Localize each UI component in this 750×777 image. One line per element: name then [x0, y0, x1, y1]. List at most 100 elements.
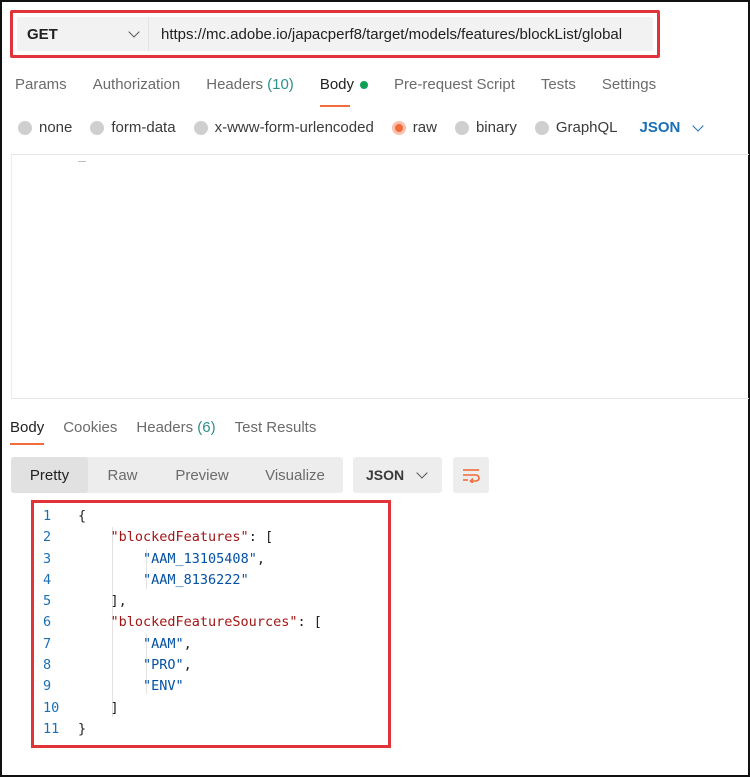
tab-params[interactable]: Params [15, 76, 67, 98]
tab-headers[interactable]: Headers (10) [206, 76, 294, 98]
response-view-toggle: Pretty Raw Preview Visualize [11, 457, 343, 493]
code-line: 9 "ENV" [34, 676, 388, 697]
code-line: 11} [34, 719, 388, 740]
line-number: 7 [43, 635, 52, 652]
line-source: "blockedFeatureSources": [ [110, 614, 322, 631]
tab-label: Headers [136, 419, 194, 436]
line-number: 9 [43, 678, 52, 695]
tab-response-headers[interactable]: Headers (6) [136, 419, 215, 436]
radio-binary[interactable]: binary [454, 119, 517, 136]
radio-circle [18, 120, 32, 135]
tab-pre-request-script[interactable]: Pre-request Script [394, 76, 515, 98]
radio-label: GraphQL [555, 119, 618, 136]
radio-none[interactable]: none [18, 119, 72, 136]
response-body-viewer[interactable]: 1 { 2 "blockedFeatures": [ 3 "AAM_1310540… [31, 500, 391, 748]
json-string: "AAM_8136222" [143, 571, 249, 588]
view-pretty[interactable]: Pretty [11, 457, 88, 493]
request-tabs: Params Authorization Headers (10) Body P… [15, 76, 682, 107]
radio-label: raw [412, 119, 437, 136]
tab-label: Headers [206, 76, 263, 93]
json-code: 1 { 2 "blockedFeatures": [ 3 "AAM_1310540… [34, 506, 388, 740]
json-brace: } [78, 720, 87, 737]
line-source: ] [78, 699, 119, 716]
response-format-dropdown[interactable]: JSON [353, 457, 442, 493]
response-format-label: JSON [366, 467, 405, 483]
line-source: "ENV" [78, 676, 184, 697]
request-url-bar: GET https://mc.adobe.io/japacperf8/targe… [10, 10, 660, 58]
body-format-label: JSON [639, 119, 681, 136]
code-line: 8 "PRO", [34, 655, 388, 676]
radio-label: form-data [111, 119, 176, 136]
view-preview[interactable]: Preview [157, 457, 247, 493]
tab-label: Body [319, 76, 355, 93]
headers-count: (6) [197, 419, 216, 436]
method-label: GET [27, 25, 58, 43]
radio-graphql[interactable]: GraphQL [534, 119, 618, 136]
line-number: 11 [43, 720, 60, 737]
tab-tests[interactable]: Tests [541, 76, 576, 98]
tab-label: Test Results [234, 419, 317, 436]
response-tabs: Body Cookies Headers (6) Test Results [10, 419, 335, 445]
code-line: 5 ], [34, 591, 388, 612]
tab-authorization[interactable]: Authorization [93, 76, 181, 98]
url-input[interactable]: https://mc.adobe.io/japacperf8/target/mo… [149, 17, 622, 51]
line-number: 1 [43, 508, 52, 524]
json-brace: { [78, 508, 87, 524]
line-source: "AAM_13105408", [143, 550, 265, 567]
line-source: ], [78, 593, 127, 610]
request-body-editor[interactable] [11, 154, 749, 399]
chevron-down-icon [692, 119, 705, 132]
tab-test-results[interactable]: Test Results [235, 419, 317, 436]
radio-raw[interactable]: raw [391, 119, 437, 136]
wrap-lines-icon [463, 469, 480, 483]
wrap-lines-button[interactable] [453, 457, 489, 493]
line-number: 8 [43, 657, 52, 674]
view-raw[interactable]: Raw [88, 457, 157, 493]
tab-label: Body [10, 419, 45, 436]
code-line: 6 "blockedFeatureSources": [ [34, 612, 388, 633]
json-string: "ENV" [143, 678, 184, 695]
radio-circle [90, 120, 105, 135]
text-cursor [78, 161, 86, 162]
tab-body[interactable]: Body [319, 76, 369, 107]
tab-response-body[interactable]: Body [10, 419, 45, 445]
json-string: "AAM" [143, 635, 184, 652]
tab-label: Pre-request Script [394, 76, 515, 93]
radio-circle [534, 120, 549, 135]
line-number: 10 [43, 699, 60, 716]
tab-label: Cookies [63, 419, 118, 436]
json-string: "PRO" [143, 657, 184, 674]
radio-circle [193, 120, 208, 135]
view-visualize[interactable]: Visualize [247, 457, 343, 493]
app-frame: GET https://mc.adobe.io/japacperf8/targe… [0, 0, 750, 777]
radio-form-data[interactable]: form-data [90, 119, 176, 136]
radio-circle-selected [391, 120, 406, 135]
line-number: 2 [43, 529, 52, 546]
tab-label: Settings [601, 76, 657, 93]
line-source: "PRO", [143, 657, 192, 674]
chevron-down-icon [128, 26, 140, 38]
code-line: 10 ] [34, 698, 388, 719]
headers-count: (10) [267, 76, 294, 93]
body-format-dropdown[interactable]: JSON [639, 119, 705, 136]
line-number: 4 [43, 571, 52, 588]
radio-label: none [39, 119, 73, 136]
line-number: 6 [43, 614, 52, 631]
json-key: "blockedFeatureSources" [110, 614, 298, 631]
tab-settings[interactable]: Settings [602, 76, 656, 98]
url-bar-inner: GET https://mc.adobe.io/japacperf8/targe… [17, 17, 653, 51]
method-dropdown[interactable]: GET [17, 17, 149, 51]
radio-circle [454, 120, 469, 135]
json-string: "AAM_13105408" [143, 550, 257, 567]
code-line: 3 "AAM_13105408", [34, 549, 388, 570]
line-number: 5 [43, 593, 52, 610]
radio-x-www-form-urlencoded[interactable]: x-www-form-urlencoded [193, 119, 374, 136]
tab-cookies[interactable]: Cookies [63, 419, 117, 436]
chevron-down-icon [416, 467, 428, 479]
tab-label: Params [15, 76, 67, 93]
line-source: } [78, 719, 86, 740]
code-line: 4 "AAM_8136222" [34, 570, 388, 591]
line-source: "AAM_8136222" [78, 570, 249, 591]
code-line: 2 "blockedFeatures": [ [34, 527, 388, 548]
line-source: "blockedFeatures": [ [110, 529, 274, 546]
